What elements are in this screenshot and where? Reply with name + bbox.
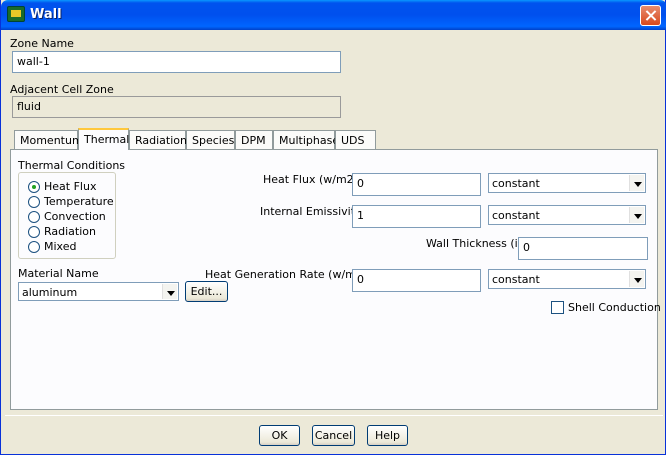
adjacent-cell-zone-label: Adjacent Cell Zone <box>10 83 114 96</box>
tab-uds[interactable]: UDS <box>335 130 376 149</box>
chevron-down-icon[interactable] <box>629 207 644 223</box>
edit-material-button[interactable]: Edit... <box>185 281 228 302</box>
heat-generation-rate-profile-select[interactable]: constant <box>488 269 646 289</box>
radio-convection-label: Convection <box>44 210 106 223</box>
window-title: Wall <box>30 7 62 22</box>
radio-icon[interactable] <box>28 226 40 238</box>
tab-radiation[interactable]: Radiation <box>129 130 187 149</box>
divider <box>5 415 663 416</box>
radio-radiation-label: Radiation <box>44 225 96 238</box>
heat-flux-label: Heat Flux (w/m2) <box>263 173 358 186</box>
thermal-conditions-label: Thermal Conditions <box>18 159 126 172</box>
radio-icon[interactable] <box>28 211 40 223</box>
radio-selected-icon[interactable] <box>28 181 40 193</box>
radio-icon[interactable] <box>28 241 40 253</box>
chevron-down-icon[interactable] <box>629 271 644 287</box>
heat-generation-rate-input[interactable]: 0 <box>352 269 481 292</box>
radio-heat-flux-label: Heat Flux <box>44 180 97 193</box>
close-button[interactable] <box>640 5 661 26</box>
heat-flux-profile-value: constant <box>492 177 540 190</box>
material-name-value: aluminum <box>22 286 78 299</box>
ok-button[interactable]: OK <box>259 425 300 446</box>
radio-icon[interactable] <box>28 196 40 208</box>
help-button[interactable]: Help <box>367 425 408 446</box>
tab-momentum[interactable]: Momentum <box>14 130 83 149</box>
internal-emissivity-profile-value: constant <box>492 209 540 222</box>
tab-species[interactable]: Species <box>186 130 235 149</box>
radio-temperature-label: Temperature <box>44 195 114 208</box>
heat-generation-rate-profile-value: constant <box>492 273 540 286</box>
material-name-select[interactable]: aluminum <box>18 282 179 301</box>
zone-name-input[interactable]: wall-1 <box>12 51 341 73</box>
title-bar[interactable]: Wall <box>1 0 666 30</box>
chevron-down-icon[interactable] <box>629 175 644 191</box>
wall-thickness-input[interactable]: 0 <box>518 237 648 260</box>
chevron-down-icon[interactable] <box>162 284 177 299</box>
cancel-button[interactable]: Cancel <box>312 425 355 446</box>
wall-dialog: Wall Zone Name wall-1 Adjacent Cell Zone… <box>0 0 666 455</box>
wall-thickness-label: Wall Thickness (in) <box>426 237 529 250</box>
shell-conduction-checkbox[interactable] <box>551 301 564 314</box>
internal-emissivity-input[interactable]: 1 <box>352 205 481 228</box>
heat-flux-input[interactable]: 0 <box>352 173 481 196</box>
internal-emissivity-profile-select[interactable]: constant <box>488 205 646 225</box>
shell-conduction-label: Shell Conduction <box>568 301 661 314</box>
app-icon <box>7 6 25 22</box>
tab-multiphase[interactable]: Multiphase <box>273 130 339 149</box>
zone-name-label: Zone Name <box>10 37 74 50</box>
adjacent-cell-zone-field: fluid <box>12 96 341 118</box>
internal-emissivity-label: Internal Emissivity <box>260 205 362 218</box>
radio-mixed-label: Mixed <box>44 240 77 253</box>
material-name-label: Material Name <box>18 267 99 280</box>
heat-flux-profile-select[interactable]: constant <box>488 173 646 193</box>
heat-generation-rate-label: Heat Generation Rate (w/m3) <box>205 268 368 281</box>
tab-thermal[interactable]: Thermal <box>78 128 129 150</box>
tab-dpm[interactable]: DPM <box>235 130 273 149</box>
